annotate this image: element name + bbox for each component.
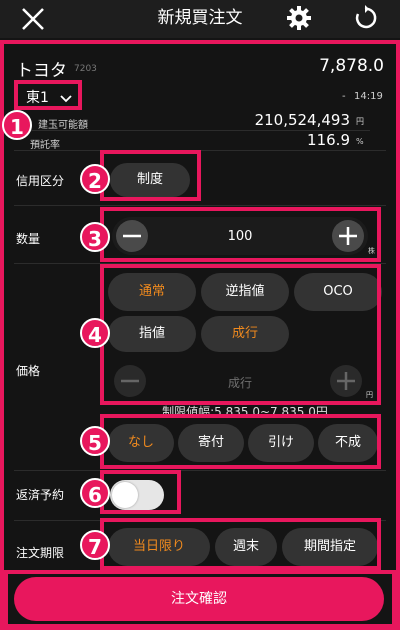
buying-power-value: 210,524,493 bbox=[254, 111, 350, 129]
highlight-box-6 bbox=[100, 470, 181, 514]
badge-1: 1 bbox=[2, 110, 32, 140]
gear-icon[interactable] bbox=[286, 5, 312, 31]
refresh-icon[interactable] bbox=[352, 5, 378, 31]
highlight-box-1 bbox=[14, 80, 82, 110]
badge-4: 4 bbox=[80, 318, 110, 348]
buying-power-unit: 円 bbox=[356, 117, 364, 126]
divider bbox=[14, 470, 386, 471]
badge-7: 7 bbox=[80, 530, 110, 560]
page-title: 新規買注文 bbox=[157, 8, 243, 28]
badge-3: 3 bbox=[80, 222, 110, 252]
margin-rate-value: 116.9 bbox=[307, 131, 350, 149]
quantity-label: 数量 bbox=[16, 232, 41, 246]
highlight-box-5 bbox=[100, 414, 381, 469]
margin-rate-unit: % bbox=[356, 137, 364, 146]
badge-2: 2 bbox=[80, 164, 110, 194]
badge-6: 6 bbox=[80, 478, 110, 508]
highlight-box-7 bbox=[100, 518, 381, 570]
buying-power-label: 建玉可能額 bbox=[38, 120, 88, 131]
badge-5: 5 bbox=[80, 426, 110, 456]
stock-price: 7,878.0 bbox=[319, 56, 384, 76]
price-label: 価格 bbox=[16, 364, 41, 378]
price-time: 14:19 bbox=[354, 91, 383, 102]
stock-code: 7203 bbox=[74, 64, 97, 74]
divider bbox=[14, 205, 386, 206]
price-change: - bbox=[342, 91, 346, 102]
highlight-box-3 bbox=[100, 207, 381, 262]
stock-name: トヨタ bbox=[16, 61, 67, 81]
margin-rate-label: 預託率 bbox=[30, 140, 60, 151]
credit-type-label: 信用区分 bbox=[16, 174, 65, 188]
highlight-box-2 bbox=[100, 150, 201, 201]
repayment-label: 返済予約 bbox=[16, 488, 65, 502]
highlight-box-4 bbox=[100, 264, 381, 405]
expiry-label: 注文期限 bbox=[16, 546, 65, 560]
confirm-order-button[interactable]: 注文確認 bbox=[14, 577, 384, 621]
